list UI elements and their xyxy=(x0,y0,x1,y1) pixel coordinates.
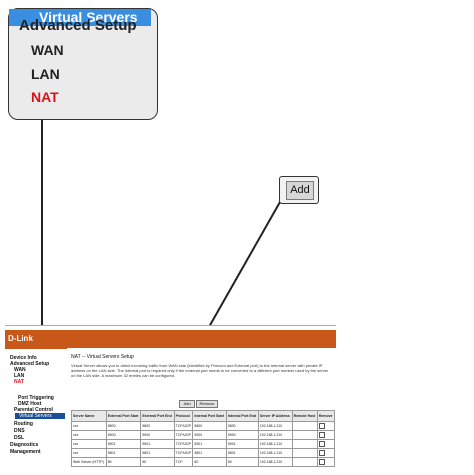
sidebar-item-routing[interactable]: Routing xyxy=(14,421,33,427)
remove-checkbox[interactable] xyxy=(318,440,325,447)
cell: 5900 xyxy=(192,430,227,440)
cell: 5800 xyxy=(225,421,259,431)
remove-button[interactable]: Remove xyxy=(196,400,218,408)
col-protocol: Protocol xyxy=(173,410,194,422)
cell xyxy=(291,457,318,467)
cell: 192.168.1.210 xyxy=(257,457,293,467)
cell: 80 xyxy=(192,457,227,467)
cell: 5900 xyxy=(105,430,142,440)
callout-item-lan[interactable]: LAN xyxy=(31,66,60,82)
cell: 80 xyxy=(140,457,175,467)
remove-checkbox[interactable] xyxy=(318,422,325,429)
cell: xxx xyxy=(71,448,107,458)
cell: TCP/UDP xyxy=(173,439,194,449)
cell-remove xyxy=(316,439,336,449)
col-external-port-start: External Port Start xyxy=(105,410,142,422)
cell: 5800 xyxy=(192,421,227,431)
cell: 192.168.1.210 xyxy=(257,430,293,440)
cell: TCP/UDP xyxy=(173,430,194,440)
cell: 5901 xyxy=(105,439,142,449)
remove-checkbox[interactable] xyxy=(318,449,325,456)
cell: 5900 xyxy=(140,430,175,440)
table-row: Web Server (HTTP) 80 80 TCP 80 80 192.16… xyxy=(71,457,336,467)
cell: 5800 xyxy=(140,421,175,431)
callout-item-wan[interactable]: WAN xyxy=(31,42,64,58)
col-server-name: Server Name xyxy=(71,410,107,422)
sidebar-item-virtual-servers[interactable]: Virtual Servers xyxy=(15,413,65,419)
advanced-setup-callout: Advanced Setup WAN LAN NAT Virtual Serve… xyxy=(8,8,158,120)
col-internal-port-end: Internal Port End xyxy=(225,410,259,422)
cell xyxy=(291,439,318,449)
cell: 5801 xyxy=(140,448,175,458)
col-remote-host: Remote Host xyxy=(291,410,318,422)
sidebar-item-parental-control[interactable]: Parental Control xyxy=(14,407,53,413)
col-server-ip: Server IP Address xyxy=(257,410,293,422)
callout-title: Advanced Setup xyxy=(19,17,137,34)
router-page: D-Link Device Info Advanced Setup WAN LA… xyxy=(5,325,336,475)
cell: 5901 xyxy=(225,439,259,449)
cell: 5901 xyxy=(192,439,227,449)
cell: xxx xyxy=(71,430,107,440)
callout-item-nat[interactable]: NAT xyxy=(31,89,59,105)
cell: 5900 xyxy=(225,430,259,440)
main-content: NAT -- Virtual Servers Setup Virtual Ser… xyxy=(67,348,336,475)
col-remove: Remove xyxy=(316,410,336,422)
cell xyxy=(291,430,318,440)
cell: 5801 xyxy=(192,448,227,458)
cell: 5801 xyxy=(105,448,142,458)
cell: Web Server (HTTP) xyxy=(71,457,107,467)
cell: 192.168.1.210 xyxy=(257,421,293,431)
cell: 5801 xyxy=(225,448,259,458)
cell: 80 xyxy=(225,457,259,467)
remove-checkbox[interactable] xyxy=(318,431,325,438)
dlink-logo: D-Link xyxy=(8,334,33,343)
sidebar-item-management[interactable]: Management xyxy=(10,449,41,455)
table-row: xxx 5801 5801 TCP/UDP 5801 5801 192.168.… xyxy=(71,448,336,458)
remove-checkbox[interactable] xyxy=(318,458,325,465)
cell: TCP/UDP xyxy=(173,448,194,458)
col-external-port-end: External Port End xyxy=(140,410,175,422)
cell: 192.168.1.210 xyxy=(257,448,293,458)
col-internal-port-start: Internal Port Start xyxy=(192,410,227,422)
cell: 192.168.1.210 xyxy=(257,439,293,449)
cell xyxy=(291,448,318,458)
sidebar: Device Info Advanced Setup WAN LAN NAT V… xyxy=(5,351,67,475)
cell-remove xyxy=(316,457,336,467)
table-row: xxx 5900 5900 TCP/UDP 5900 5900 192.168.… xyxy=(71,430,336,440)
cell-remove xyxy=(316,448,336,458)
virtual-servers-table: Server Name External Port Start External… xyxy=(71,410,336,467)
table-header-row: Server Name External Port Start External… xyxy=(71,410,336,422)
sidebar-item-dns[interactable]: DNS xyxy=(14,428,25,434)
cell: TCP/UDP xyxy=(173,421,194,431)
cell-remove xyxy=(316,430,336,440)
sidebar-item-nat[interactable]: NAT xyxy=(14,379,24,385)
cell: 80 xyxy=(105,457,142,467)
add-button[interactable]: Add xyxy=(179,400,195,408)
cell xyxy=(291,421,318,431)
page-description: Virtual Server allows you to direct inco… xyxy=(71,363,329,378)
sidebar-item-dsl[interactable]: DSL xyxy=(14,435,24,441)
cell: 5901 xyxy=(140,439,175,449)
table-row: xxx 5901 5901 TCP/UDP 5901 5901 192.168.… xyxy=(71,439,336,449)
page-title: NAT -- Virtual Servers Setup xyxy=(71,354,134,360)
cell: 5800 xyxy=(105,421,142,431)
callout-add-button[interactable]: Add xyxy=(286,181,314,200)
cell: xxx xyxy=(71,439,107,449)
cell-remove xyxy=(316,421,336,431)
table-row: xxx 5800 5800 TCP/UDP 5800 5800 192.168.… xyxy=(71,421,336,431)
sidebar-item-diagnostics[interactable]: Diagnostics xyxy=(10,442,38,448)
header-bar: D-Link xyxy=(5,330,336,349)
cell: TCP xyxy=(173,457,194,467)
cell: xxx xyxy=(71,421,107,431)
